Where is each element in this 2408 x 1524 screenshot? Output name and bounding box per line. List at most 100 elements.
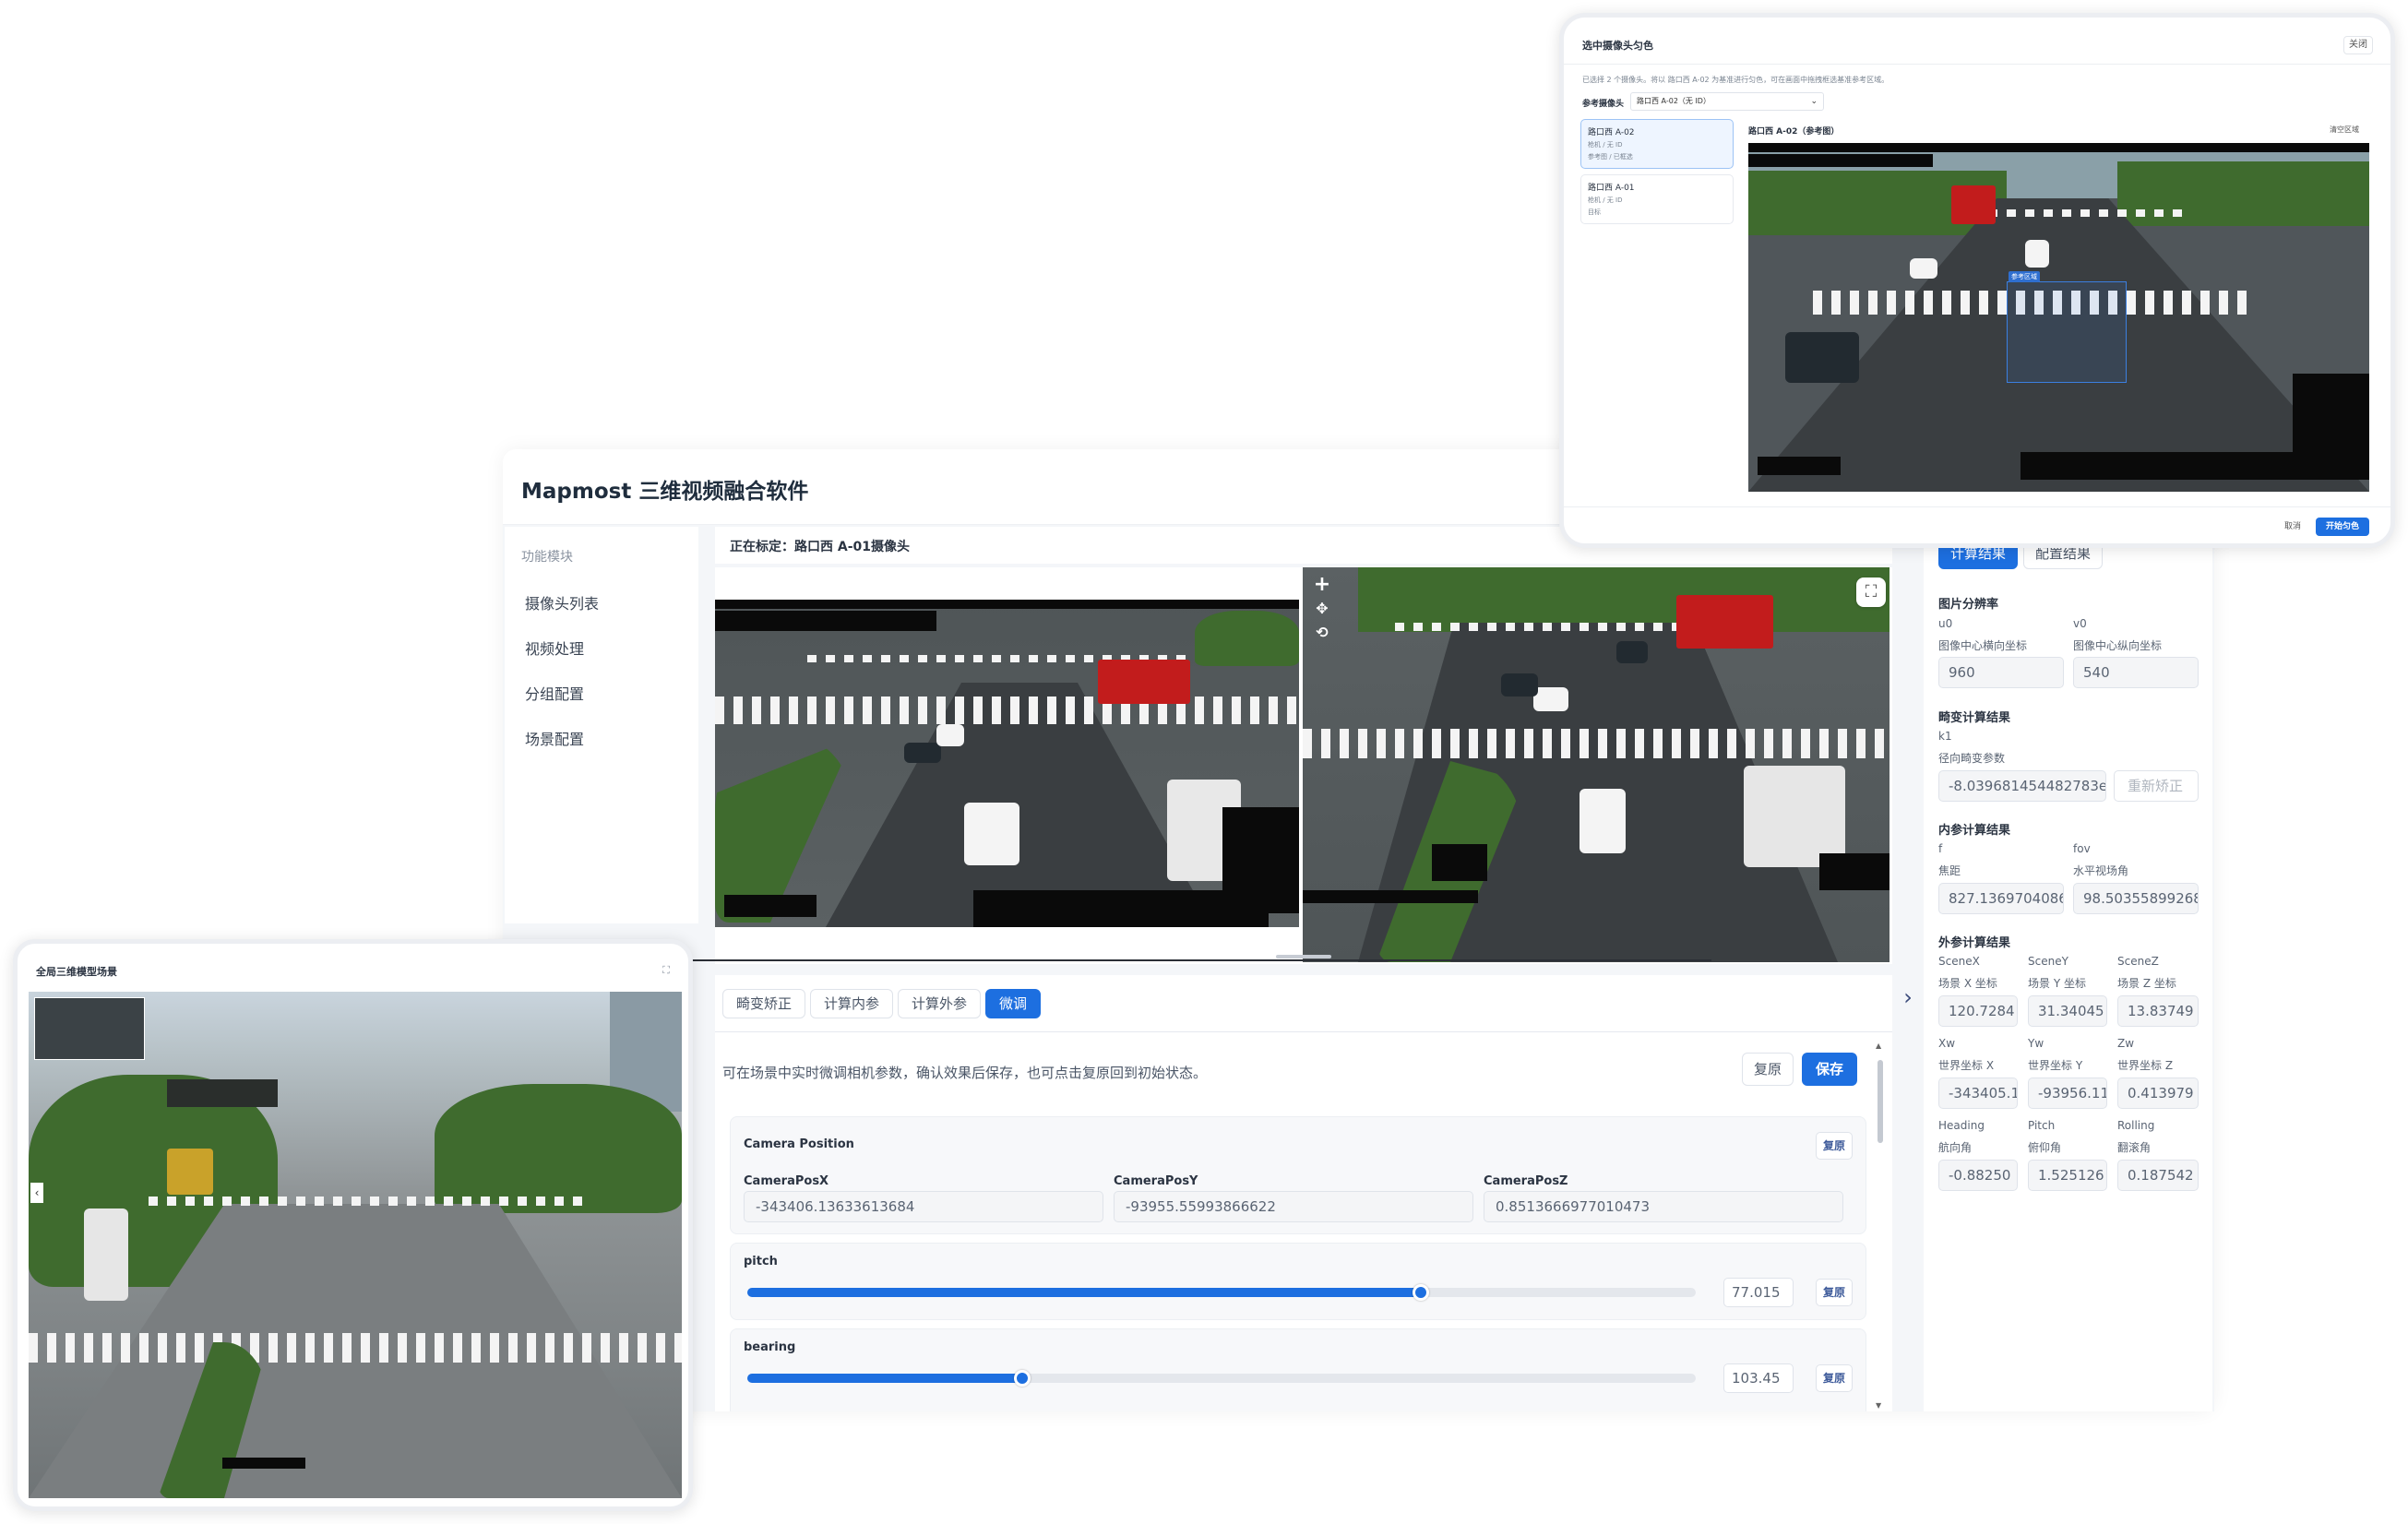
f-field[interactable]: 827.1369704086 [1938,883,2064,914]
xw-field[interactable]: -343405.1 [1938,1078,2018,1109]
fullscreen-icon[interactable]: ⛶ [1856,577,1886,607]
car [964,803,1019,865]
zw-field[interactable]: 0.413979 [2117,1078,2199,1109]
zoom-in-icon[interactable]: + [1310,573,1334,597]
resize-handle[interactable] [1276,955,1331,958]
sceney-desc: 场景 Y 坐标 [2028,977,2086,990]
dialog-title: 选中摄像头匀色 [1582,40,1653,52]
car [1785,332,1859,383]
calibration-area: 正在标定：路口西 A-01摄像头 + ✥ ⟲ ⛶ › 畸变矫正 计算内参 计算外… [715,525,1913,1411]
recalibrate-button[interactable]: 重新矫正 [2114,770,2199,802]
camera-item-type: 枪机 / 无 ID [1588,196,1623,204]
camera-item-status: 目标 [1588,208,1601,216]
sceney-field[interactable]: 31.34045 [2028,995,2107,1027]
posx-input[interactable]: -343406.13633613684 [744,1191,1103,1222]
scenez-label: SceneZ [2117,955,2159,968]
fov-field[interactable]: 98.50355899268 [2073,883,2199,914]
scroll-down-icon[interactable]: ▼ [1876,1401,1881,1410]
restore-button[interactable]: 复原 [1742,1053,1794,1086]
scenez-desc: 场景 Z 坐标 [2117,977,2176,990]
save-button[interactable]: 保存 [1802,1053,1857,1086]
global-3d-scene-panel: 全局三维模型场景 ⛶ ‹ [13,939,693,1511]
k1-field[interactable]: -8.039681454482783e- [1938,770,2106,802]
yw-field[interactable]: -93956.11 [2028,1078,2107,1109]
fov-desc: 水平视场角 [2073,864,2129,877]
rolling-field[interactable]: 0.187542 [2117,1160,2199,1191]
bearing-value-input[interactable]: 103.45 [1723,1363,1794,1393]
color-match-dialog: 选中摄像头匀色 关闭 已选择 2 个摄像头。将以 路口西 A-02 为基准进行匀… [1559,13,2395,548]
image-mask [724,895,817,917]
posy-input[interactable]: -93955.55993866622 [1114,1191,1473,1222]
u0-field[interactable]: 960 [1938,657,2064,688]
collapse-panel-icon[interactable]: › [1899,984,1917,1021]
app-title: Mapmost 三维视频融合软件 [521,480,809,504]
camera-position-restore-button[interactable]: 复原 [1816,1132,1853,1160]
image-mask [715,600,1299,609]
camera-item-type: 枪机 / 无 ID [1588,141,1623,149]
v0-label: v0 [2073,617,2087,630]
tab-distortion[interactable]: 畸变矫正 [722,989,806,1018]
scenex-field[interactable]: 120.7284 [1938,995,2018,1027]
pitch-slider-handle[interactable] [1413,1284,1429,1301]
tab-extrinsic[interactable]: 计算外参 [898,989,982,1018]
crosswalk [715,697,1299,724]
chevron-left-icon[interactable]: ‹ [30,1183,43,1203]
image-mask [222,1458,305,1469]
reference-region-tag: 参考区域 [2009,271,2040,282]
sidebar-item-scene-config[interactable]: 场景配置 [525,727,584,749]
pitch-result-field[interactable]: 1.525126 [2028,1160,2107,1191]
posz-input[interactable]: 0.8513666977010473 [1484,1191,1843,1222]
trees [435,1084,682,1213]
tab-finetune[interactable]: 微调 [985,989,1042,1018]
bearing-restore-button[interactable]: 复原 [1816,1364,1853,1392]
k1-desc: 径向畸变参数 [1938,752,2006,765]
sidebar-item-camera-list[interactable]: 摄像头列表 [525,591,599,613]
reference-region[interactable] [2007,281,2127,383]
sidebar-item-video-processing[interactable]: 视频处理 [525,637,584,659]
image-mask [715,611,936,631]
scenez-field[interactable]: 13.83749 [2117,995,2199,1027]
tab-intrinsic[interactable]: 计算内参 [810,989,894,1018]
fov-label: fov [2073,842,2091,855]
scroll-up-icon[interactable]: ▲ [1876,1042,1881,1050]
reference-camera-select[interactable]: 路口西 A-02（无 ID） ⌄ [1630,92,1824,111]
van [1744,766,1845,867]
scrollbar[interactable] [1878,1060,1883,1143]
heading-desc: 航向角 [1938,1141,1973,1154]
target-camera-image[interactable]: + ✥ ⟲ [1303,567,1889,962]
camera-item[interactable]: 路口西 A-01 枪机 / 无 ID 目标 [1580,174,1734,224]
posz-label: CameraPosZ [1484,1174,1568,1188]
red-truck [1676,595,1773,649]
bearing-slider-handle[interactable] [1014,1370,1031,1387]
reference-view-title: 路口西 A-02（参考图） [1748,127,1840,137]
pitch-value-input[interactable]: 77.015 [1723,1278,1794,1307]
scene-minimap[interactable] [34,997,145,1060]
posy-label: CameraPosY [1114,1174,1198,1188]
pan-icon[interactable]: ✥ [1310,597,1334,621]
3d-scene-view[interactable]: ‹ [29,992,682,1498]
resolution-title: 图片分辨率 [1938,598,1999,612]
u0-desc: 图像中心横向坐标 [1938,639,2028,652]
v0-field[interactable]: 540 [2073,657,2199,688]
start-color-match-button[interactable]: 开始匀色 [2316,518,2369,536]
image-mask [1748,143,2369,152]
pitch-slider-fill [747,1288,1421,1297]
heading-field[interactable]: -0.88250 [1938,1160,2018,1191]
pitch-restore-button[interactable]: 复原 [1816,1279,1853,1306]
dialog-close-button[interactable]: 关闭 [2343,36,2373,54]
scene-title: 全局三维模型场景 [36,966,117,978]
reference-camera-image[interactable]: 参考区域 [1748,143,2369,492]
sidebar-item-group-config[interactable]: 分组配置 [525,682,584,704]
pitch-result-desc: 俯仰角 [2028,1141,2062,1154]
image-mask [1758,457,1841,475]
sidebar-heading: 功能模块 [521,550,573,565]
source-camera-image[interactable] [715,600,1299,927]
reset-view-icon[interactable]: ⟲ [1310,621,1334,645]
clear-region-button[interactable]: 清空区域 [2330,125,2359,135]
red-truck [1098,660,1190,704]
camera-item[interactable]: 路口西 A-02 枪机 / 无 ID 参考图 / 已框选 [1580,119,1734,169]
f-label: f [1938,842,1943,855]
dialog-cancel-button[interactable]: 取消 [2274,518,2311,536]
red-truck [1951,185,1996,224]
scene-fullscreen-icon[interactable]: ⛶ [658,962,674,979]
